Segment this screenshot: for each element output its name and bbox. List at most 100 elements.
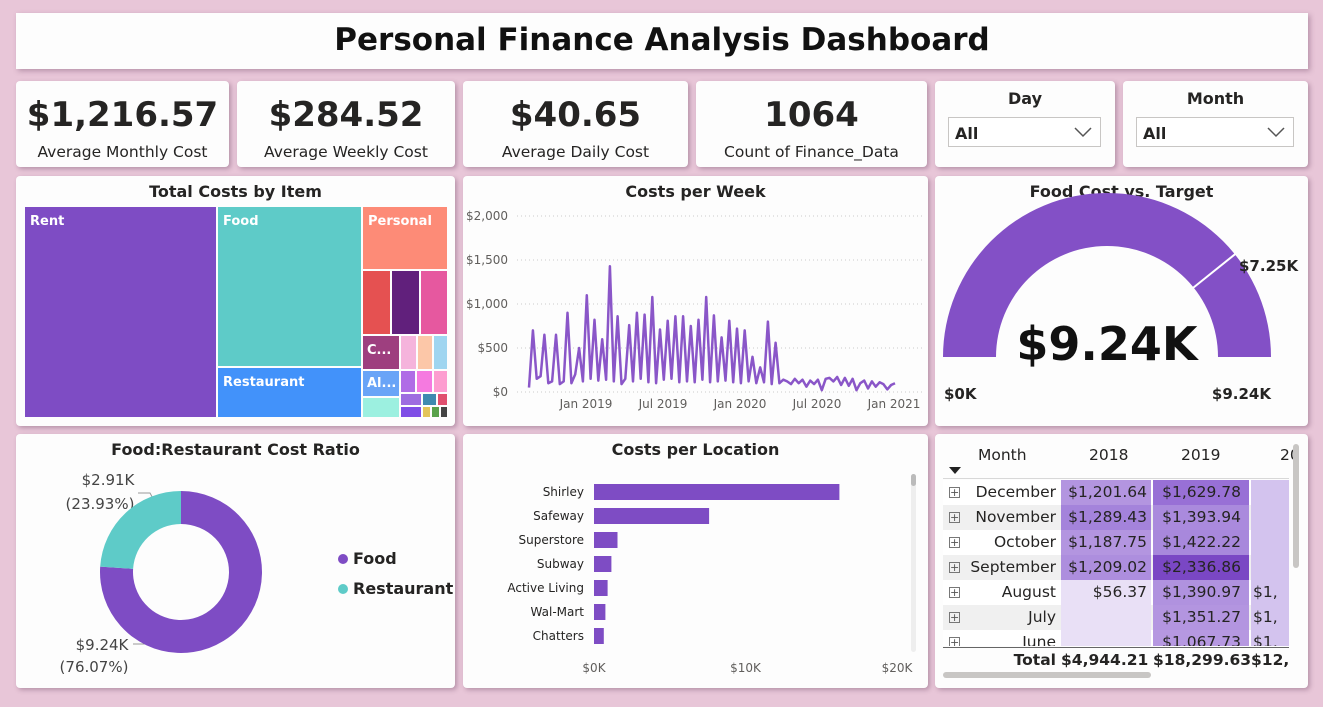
column-header-month[interactable]: Month: [978, 446, 1027, 464]
kpi-label: Average Monthly Cost: [37, 143, 208, 161]
bar[interactable]: [594, 484, 840, 500]
treemap-tile[interactable]: [434, 336, 447, 369]
table-cell: $1,201.64: [1068, 483, 1147, 501]
total-cell: $4,944.21: [1061, 651, 1149, 669]
bar[interactable]: [594, 532, 618, 548]
sort-descending-icon[interactable]: [949, 467, 961, 475]
kpi-card-weekly[interactable]: $284.52 Average Weekly Cost: [237, 81, 455, 167]
treemap-tile[interactable]: [401, 336, 416, 369]
row-month: November: [975, 508, 1056, 526]
category-label: Superstore: [518, 533, 584, 547]
gauge-target-label: $7.25K: [1239, 257, 1299, 275]
table-row[interactable]: + October $1,187.75 $1,422.22: [943, 530, 1289, 555]
chevron-down-icon: [1267, 127, 1285, 138]
legend-item-food[interactable]: Food: [338, 549, 397, 568]
line-chart[interactable]: $0 $500 $1,000 $1,500 $2,000 Jan 2019 Jul 2019…: [463, 176, 928, 426]
table-cell: $1,393.94: [1162, 508, 1241, 526]
treemap-tile-c[interactable]: C...: [363, 336, 399, 369]
category-label: Shirley: [543, 485, 584, 499]
treemap-tile[interactable]: [392, 271, 419, 334]
total-cell: $12,(: [1251, 651, 1289, 669]
treemap-tile[interactable]: [421, 271, 447, 334]
treemap-tile[interactable]: [363, 271, 390, 334]
treemap-tile-personal[interactable]: Personal: [363, 207, 447, 269]
table-row[interactable]: + August $56.37 $1,390.97 $1,: [943, 580, 1289, 605]
scrollbar-thumb[interactable]: [911, 474, 916, 486]
vertical-scrollbar[interactable]: [1293, 444, 1299, 568]
tile-label: Restaurant: [223, 375, 305, 390]
y-tick-label: $500: [477, 341, 508, 355]
y-tick-label: $1,500: [466, 253, 508, 267]
table-row[interactable]: + June $1,067.73 $1,: [943, 630, 1289, 646]
treemap-tile-rent[interactable]: Rent: [25, 207, 216, 417]
category-label: Wal-Mart: [531, 605, 585, 619]
x-tick-label: Jan 2021: [867, 397, 921, 411]
month-slicer: Month All: [1123, 81, 1308, 167]
x-tick-label: Jul 2020: [792, 397, 842, 411]
tile-label: Food: [223, 214, 259, 229]
treemap-tile-restaurant[interactable]: Restaurant: [218, 368, 361, 417]
expand-icon[interactable]: +: [949, 537, 960, 548]
bar-chart[interactable]: $0K $10K $20K Shirley Safeway Superstore Subwa…: [463, 434, 928, 688]
treemap-tile[interactable]: [418, 336, 432, 369]
gauge-max-label: $9.24K: [1212, 385, 1272, 403]
legend-dot: [338, 584, 348, 594]
table-cell: $1,067.73: [1162, 633, 1241, 646]
kpi-card-monthly[interactable]: $1,216.57 Average Monthly Cost: [16, 81, 229, 167]
treemap-tile[interactable]: [434, 371, 447, 392]
x-tick-label: Jan 2019: [559, 397, 613, 411]
scrollbar-track[interactable]: [911, 474, 916, 652]
month-dropdown[interactable]: All: [1136, 117, 1294, 147]
column-header-year[interactable]: 2018: [1089, 446, 1128, 464]
treemap-tile[interactable]: [363, 398, 399, 417]
expand-icon[interactable]: +: [949, 587, 960, 598]
bar[interactable]: [594, 508, 710, 524]
bar[interactable]: [594, 580, 608, 596]
slicer-title: Month: [1186, 89, 1245, 108]
treemap-tile[interactable]: [432, 407, 439, 417]
y-tick-label: $2,000: [466, 209, 508, 223]
day-dropdown[interactable]: All: [948, 117, 1101, 147]
table-cell: $56.37: [1092, 583, 1147, 601]
bar[interactable]: [594, 628, 604, 644]
slicer-value: All: [1143, 124, 1167, 143]
treemap-tile[interactable]: [401, 394, 421, 405]
table-cell: $1,422.22: [1162, 533, 1241, 551]
treemap-tile-al[interactable]: Al...: [363, 371, 399, 396]
treemap-tile[interactable]: [423, 407, 430, 417]
expand-icon[interactable]: +: [949, 562, 960, 573]
chevron-down-icon: [1074, 127, 1092, 138]
bar[interactable]: [594, 556, 612, 572]
table-row[interactable]: + November $1,289.43 $1,393.94: [943, 505, 1289, 530]
treemap-tile[interactable]: [401, 407, 421, 417]
treemap-tile-food[interactable]: Food: [218, 207, 361, 366]
legend-item-restaurant[interactable]: Restaurant: [338, 579, 453, 598]
series-line[interactable]: [527, 264, 896, 392]
treemap-card: Total Costs by Item Rent Food Restaurant…: [16, 176, 455, 426]
table-row[interactable]: + December $1,201.64 $1,629.78: [943, 480, 1289, 505]
category-label: Active Living: [507, 581, 584, 595]
treemap-tile[interactable]: [423, 394, 436, 405]
expand-icon[interactable]: +: [949, 487, 960, 498]
treemap-tile[interactable]: [417, 371, 432, 392]
table-row[interactable]: + September $1,209.02 $2,336.86: [943, 555, 1289, 580]
kpi-value: $40.65: [509, 95, 642, 135]
gauge-chart[interactable]: $9.24K $0K $9.24K $7.25K: [935, 176, 1308, 426]
x-tick-label: $0K: [582, 661, 606, 675]
expand-icon[interactable]: +: [949, 637, 960, 646]
donut-card: Food:Restaurant Cost Ratio $2.91K (23.93…: [16, 434, 455, 688]
day-slicer: Day All: [935, 81, 1115, 167]
kpi-card-daily[interactable]: $40.65 Average Daily Cost: [463, 81, 688, 167]
treemap-tile[interactable]: [401, 371, 415, 392]
table-row[interactable]: + July $1,351.27 $1,: [943, 605, 1289, 630]
gauge-value: $9.24K: [1016, 317, 1200, 371]
category-label: Subway: [537, 557, 584, 571]
expand-icon[interactable]: +: [949, 612, 960, 623]
horizontal-scrollbar[interactable]: [943, 672, 1151, 678]
treemap-tile[interactable]: [438, 394, 447, 405]
treemap-tile[interactable]: [441, 407, 447, 417]
column-header-year[interactable]: 2019: [1181, 446, 1220, 464]
expand-icon[interactable]: +: [949, 512, 960, 523]
kpi-card-count[interactable]: 1064 Count of Finance_Data: [696, 81, 927, 167]
bar[interactable]: [594, 604, 606, 620]
